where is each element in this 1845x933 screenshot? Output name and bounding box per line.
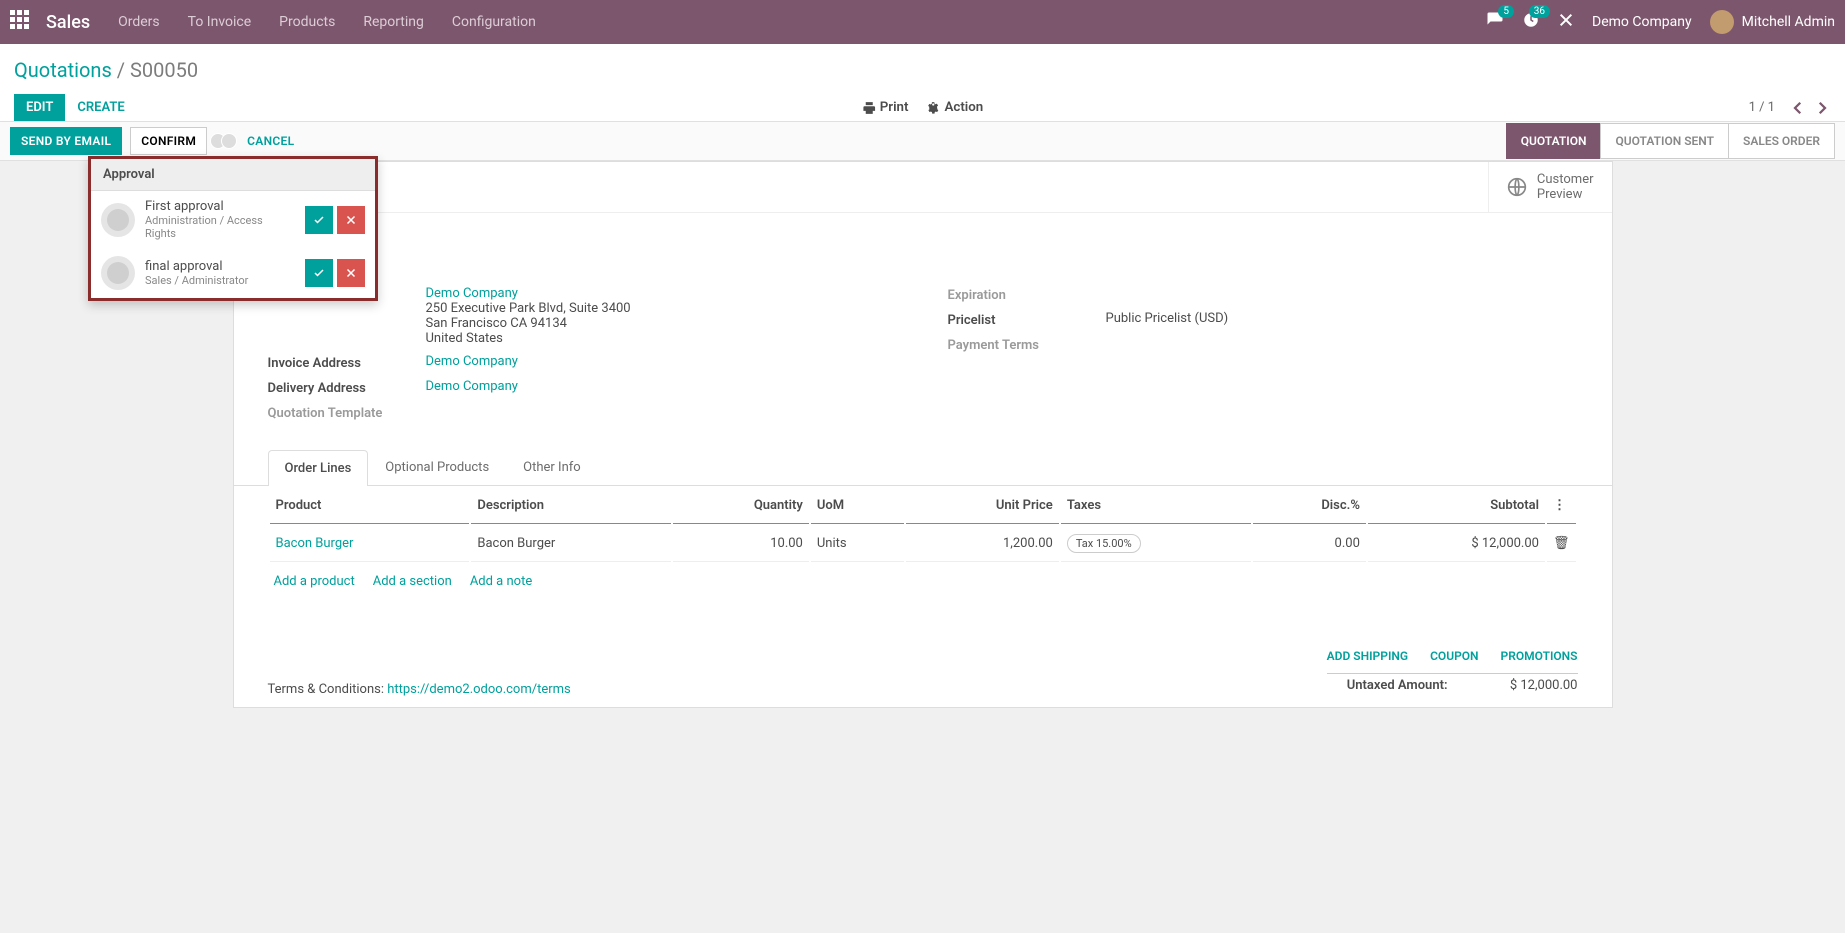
cell-disc: 0.00 — [1253, 526, 1365, 562]
top-nav: Sales Orders To Invoice Products Reporti… — [0, 0, 1845, 44]
user-menu[interactable]: Mitchell Admin — [1710, 10, 1835, 34]
form-sheet: Customer Preview S00050 Customer Demo Co… — [233, 161, 1613, 708]
apps-icon[interactable] — [10, 10, 34, 34]
nav-reporting[interactable]: Reporting — [363, 14, 424, 30]
avatar — [101, 256, 135, 290]
coupon-link[interactable]: COUPON — [1430, 649, 1478, 663]
send-email-button[interactable]: SEND BY EMAIL — [10, 127, 122, 155]
col-desc: Description — [471, 488, 671, 524]
nav-toinvoice[interactable]: To Invoice — [188, 14, 252, 30]
customer-preview-button[interactable]: Customer Preview — [1488, 162, 1612, 212]
field-customer: Demo Company 250 Executive Park Blvd, Su… — [426, 286, 898, 346]
cancel-button[interactable]: CANCEL — [237, 128, 304, 154]
confirm-button[interactable]: CONFIRM — [130, 127, 207, 155]
cell-uom: Units — [811, 526, 904, 562]
record-name: S00050 — [234, 213, 1612, 276]
terms: Terms & Conditions: https://demo2.odoo.c… — [268, 682, 571, 697]
print-button[interactable]: Print — [862, 100, 909, 115]
col-uom: UoM — [811, 488, 904, 524]
control-panel: Quotations / S00050 EDIT CREATE Print Ac… — [0, 44, 1845, 121]
stage-salesorder[interactable]: SALES ORDER — [1728, 123, 1835, 159]
delivery-link[interactable]: Demo Company — [426, 379, 518, 394]
nav-products[interactable]: Products — [279, 14, 335, 30]
col-qty: Quantity — [673, 488, 809, 524]
tab-optional[interactable]: Optional Products — [368, 449, 506, 485]
company-switcher[interactable]: Demo Company — [1592, 14, 1692, 30]
col-product: Product — [270, 488, 470, 524]
approval-popover: Approval First approval Administration /… — [88, 156, 378, 301]
messages-badge: 5 — [1498, 5, 1514, 18]
globe-icon — [1507, 177, 1527, 197]
kebab-icon[interactable]: ⋮ — [1553, 498, 1566, 513]
approval-title: First approval — [145, 199, 295, 214]
table-row[interactable]: Bacon Burger Bacon Burger 10.00 Units 1,… — [270, 526, 1576, 562]
cell-qty: 10.00 — [673, 526, 809, 562]
label-delivery: Delivery Address — [268, 379, 426, 396]
pager-next-icon[interactable] — [1813, 99, 1831, 117]
terms-link[interactable]: https://demo2.odoo.com/terms — [387, 682, 571, 697]
activities-badge: 36 — [1529, 5, 1550, 18]
reject-button[interactable] — [337, 259, 365, 287]
approval-row: First approval Administration / Access R… — [91, 191, 375, 248]
close-icon[interactable] — [1558, 12, 1574, 32]
trash-icon[interactable]: 🗑 — [1553, 536, 1570, 551]
untaxed-label: Untaxed Amount: — [1347, 678, 1448, 693]
reject-button[interactable] — [337, 206, 365, 234]
breadcrumb-parent[interactable]: Quotations — [14, 58, 112, 82]
cell-subtotal: $ 12,000.00 — [1368, 526, 1545, 562]
approval-title: final approval — [145, 259, 295, 274]
pager-prev-icon[interactable] — [1789, 99, 1807, 117]
cell-product[interactable]: Bacon Burger — [276, 536, 354, 551]
messages-icon[interactable]: 5 — [1486, 11, 1504, 33]
nav-orders[interactable]: Orders — [118, 14, 160, 30]
action-button[interactable]: Action — [926, 100, 983, 115]
edit-button[interactable]: EDIT — [14, 94, 65, 121]
approval-sub: Administration / Access Rights — [145, 214, 295, 240]
avatar — [101, 203, 135, 237]
add-product-link[interactable]: Add a product — [274, 574, 355, 589]
avatar — [1710, 10, 1734, 34]
add-section-link[interactable]: Add a section — [373, 574, 452, 589]
nav-config[interactable]: Configuration — [452, 14, 536, 30]
brand[interactable]: Sales — [46, 12, 90, 33]
stage-quotation[interactable]: QUOTATION — [1506, 123, 1602, 159]
breadcrumb-current: S00050 — [130, 58, 198, 82]
col-price: Unit Price — [906, 488, 1059, 524]
label-expiration: Expiration — [948, 286, 1106, 303]
tab-orderlines[interactable]: Order Lines — [268, 450, 369, 486]
col-subtotal: Subtotal — [1368, 488, 1545, 524]
tab-otherinfo[interactable]: Other Info — [506, 449, 598, 485]
popover-title: Approval — [91, 159, 375, 191]
untaxed-value: $ 12,000.00 — [1488, 678, 1578, 693]
promotions-link[interactable]: PROMOTIONS — [1501, 649, 1578, 663]
stage-sent[interactable]: QUOTATION SENT — [1600, 123, 1729, 159]
label-payterm: Payment Terms — [948, 336, 1106, 353]
label-qtpl: Quotation Template — [268, 404, 426, 421]
label-pricelist: Pricelist — [948, 311, 1106, 328]
cell-price: 1,200.00 — [906, 526, 1059, 562]
invoice-link[interactable]: Demo Company — [426, 354, 518, 369]
approval-row: final approval Sales / Administrator — [91, 248, 375, 298]
nav-links: Orders To Invoice Products Reporting Con… — [118, 14, 1486, 30]
add-shipping-link[interactable]: ADD SHIPPING — [1327, 649, 1408, 663]
approve-button[interactable] — [305, 259, 333, 287]
pager-text: 1 / 1 — [1749, 100, 1775, 115]
customer-link[interactable]: Demo Company — [426, 286, 518, 301]
activities-icon[interactable]: 36 — [1522, 11, 1540, 33]
label-invoice: Invoice Address — [268, 354, 426, 371]
user-name: Mitchell Admin — [1742, 14, 1835, 30]
col-disc: Disc.% — [1253, 488, 1365, 524]
orderlines-table: Product Description Quantity UoM Unit Pr… — [268, 486, 1578, 564]
field-pricelist: Public Pricelist (USD) — [1106, 311, 1578, 326]
add-note-link[interactable]: Add a note — [470, 574, 532, 589]
approve-button[interactable] — [305, 206, 333, 234]
breadcrumb: Quotations / S00050 — [14, 58, 1831, 82]
create-button[interactable]: CREATE — [65, 94, 136, 121]
cell-desc: Bacon Burger — [471, 526, 671, 562]
approval-sub: Sales / Administrator — [145, 274, 295, 287]
col-taxes: Taxes — [1061, 488, 1252, 524]
approver-avatar — [221, 133, 237, 149]
cell-tax: Tax 15.00% — [1067, 534, 1141, 553]
status-bar: SEND BY EMAIL CONFIRM CANCEL QUOTATION Q… — [0, 121, 1845, 161]
